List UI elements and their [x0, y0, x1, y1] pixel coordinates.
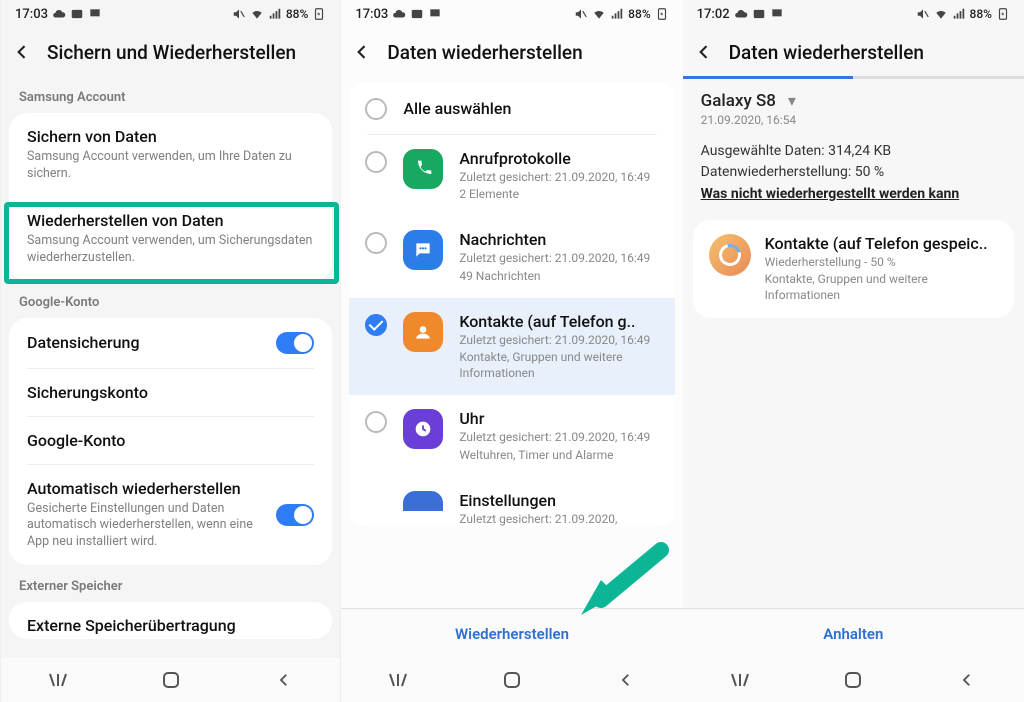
wifi-icon — [250, 7, 264, 21]
nav-recents[interactable] — [729, 669, 751, 691]
device-selector[interactable]: Galaxy S8 ▾ 21.09.2020, 16:54 — [683, 79, 1024, 127]
status-time: 17:02 — [697, 7, 730, 22]
clock-icon — [403, 409, 443, 449]
row-auto-restore[interactable]: Automatisch wiederherstellen Gesicherte … — [9, 465, 332, 566]
back-button[interactable] — [11, 41, 33, 63]
image-icon — [752, 7, 766, 21]
row-contacts[interactable]: Kontakte (auf Telefon g.. Zuletzt gesich… — [349, 298, 674, 396]
battery-icon — [312, 7, 326, 21]
battery-text: 88% — [628, 7, 650, 21]
signal-icon — [610, 7, 624, 21]
flag-icon — [88, 7, 102, 21]
checkbox[interactable] — [365, 232, 387, 254]
wifi-icon — [934, 7, 948, 21]
page-title: Sichern und Wiederherstellen — [47, 41, 296, 64]
toggle-auto-restore[interactable] — [276, 504, 314, 526]
row-clock[interactable]: Uhr Zuletzt gesichert: 21.09.2020, 16:49… — [349, 395, 674, 476]
section-google: Google-Konto — [1, 281, 340, 318]
status-bar: 17:03 88% — [341, 0, 682, 28]
page-title: Daten wiederherstellen — [387, 41, 582, 64]
nav-bar — [341, 658, 682, 702]
gear-icon — [403, 491, 443, 511]
status-bar: 17:03 88% — [1, 0, 340, 28]
nav-home[interactable] — [501, 669, 523, 691]
row-data-backup[interactable]: Datensicherung — [9, 318, 332, 368]
cloud-icon — [52, 7, 66, 21]
battery-icon — [996, 7, 1010, 21]
battery-text: 88% — [286, 7, 308, 21]
nav-home[interactable] — [842, 669, 864, 691]
checkbox[interactable] — [365, 411, 387, 433]
restore-button[interactable]: Wiederherstellen — [341, 608, 682, 658]
battery-icon — [655, 7, 669, 21]
status-time: 17:03 — [15, 7, 48, 22]
page-title: Daten wiederherstellen — [729, 41, 924, 64]
back-button[interactable] — [693, 41, 715, 63]
row-external-transfer[interactable]: Externe Speicherübertragung — [9, 602, 332, 639]
nav-back[interactable] — [273, 669, 295, 691]
nav-bar — [683, 658, 1024, 702]
status-bar: 17:02 88% — [683, 0, 1024, 28]
nav-recents[interactable] — [47, 669, 69, 691]
nav-back[interactable] — [615, 669, 637, 691]
phone-screen-2: 17:03 88% Daten wiederherstellen Alle au… — [341, 0, 682, 702]
contact-icon — [403, 312, 443, 352]
mute-icon — [232, 7, 246, 21]
checkbox-select-all[interactable] — [365, 98, 387, 120]
image-icon — [410, 7, 424, 21]
info-block: Ausgewählte Daten: 314,24 KB Datenwieder… — [683, 127, 1024, 216]
flag-icon — [428, 7, 442, 21]
mute-icon — [916, 7, 930, 21]
row-backup-account[interactable]: Sicherungskonto — [9, 369, 332, 416]
pause-button[interactable]: Anhalten — [683, 608, 1024, 658]
app-header: Daten wiederherstellen — [341, 28, 682, 76]
restore-item-contacts: Kontakte (auf Telefon gespeic.. Wiederhe… — [693, 220, 1014, 318]
app-header: Sichern und Wiederherstellen — [1, 28, 340, 76]
chevron-down-icon: ▾ — [788, 91, 796, 110]
checkbox[interactable] — [365, 151, 387, 173]
row-restore-data[interactable]: Wiederherstellen von Daten Samsung Accou… — [9, 197, 332, 281]
signal-icon — [952, 7, 966, 21]
card-samsung: Sichern von Daten Samsung Account verwen… — [9, 113, 332, 281]
row-messages[interactable]: Nachrichten Zuletzt gesichert: 21.09.202… — [349, 216, 674, 297]
flag-icon — [770, 7, 784, 21]
not-restored-link[interactable]: Was nicht wiederhergestellt werden kann — [701, 186, 960, 202]
row-select-all[interactable]: Alle auswählen — [349, 82, 674, 134]
row-google-account[interactable]: Google-Konto — [9, 417, 332, 464]
phone-screen-3: 17:02 88% Daten wiederherstellen Galaxy … — [683, 0, 1024, 702]
mute-icon — [574, 7, 588, 21]
nav-back[interactable] — [956, 669, 978, 691]
app-header: Daten wiederherstellen — [683, 28, 1024, 76]
section-external: Externer Speicher — [1, 565, 340, 602]
row-backup-data[interactable]: Sichern von Daten Samsung Account verwen… — [9, 113, 332, 197]
battery-text: 88% — [970, 7, 992, 21]
wifi-icon — [592, 7, 606, 21]
back-button[interactable] — [351, 41, 373, 63]
message-icon — [403, 230, 443, 270]
row-settings[interactable]: Einstellungen Zuletzt gesichert: 21.09.2… — [349, 477, 674, 527]
status-time: 17:03 — [355, 7, 388, 22]
restore-list-card: Alle auswählen Anrufprotokolle Zuletzt g… — [349, 82, 674, 527]
signal-icon — [268, 7, 282, 21]
section-samsung: Samsung Account — [1, 76, 340, 113]
toggle-data-backup[interactable] — [276, 332, 314, 354]
phone-screen-1: 17:03 88% Sichern und Wiederherstellen S… — [0, 0, 341, 702]
card-external: Externe Speicherübertragung — [9, 602, 332, 639]
cloud-icon — [734, 7, 748, 21]
image-icon — [70, 7, 84, 21]
nav-home[interactable] — [160, 669, 182, 691]
row-call-log[interactable]: Anrufprotokolle Zuletzt gesichert: 21.09… — [349, 135, 674, 216]
checkbox-checked[interactable] — [365, 314, 387, 336]
card-google: Datensicherung Sicherungskonto Google-Ko… — [9, 318, 332, 566]
nav-recents[interactable] — [387, 669, 409, 691]
restore-progress-icon — [709, 234, 751, 276]
cloud-icon — [392, 7, 406, 21]
nav-bar — [1, 658, 340, 702]
phone-icon — [403, 149, 443, 189]
